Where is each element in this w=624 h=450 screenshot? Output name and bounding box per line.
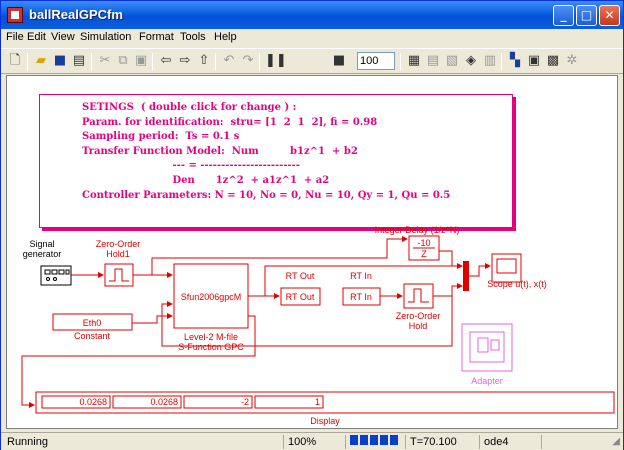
maximize-button[interactable]: □ (576, 5, 597, 26)
stop-time-input[interactable]: 100 (357, 52, 395, 70)
print-icon[interactable]: ▤ (71, 53, 87, 69)
svg-text:Z: Z (421, 249, 427, 259)
stop-icon[interactable]: ■ (331, 53, 347, 69)
toolbar: 🗋 ▰ ■ ▤ ✂ ⧉ ▣ ⇦ ⇨ ⇧ ↶ ↷ ❚❚ ■ 100 ▦ ▤ ▧ ◈… (1, 48, 623, 74)
title-bar[interactable]: ballRealGPCfm _ □ ✕ (1, 1, 623, 29)
toolbar-separator (400, 53, 401, 71)
svg-text:Sfun2006gpcM: Sfun2006gpcM (181, 292, 242, 302)
svg-text:Eth0: Eth0 (83, 318, 102, 328)
svg-text:Integer Delay (1/z^N): Integer Delay (1/z^N) (375, 225, 460, 235)
back-arrow-icon[interactable]: ⇦ (158, 53, 174, 69)
svg-text:0.0268: 0.0268 (150, 397, 178, 407)
new-model-icon[interactable]: 🗋 (7, 53, 23, 69)
minimize-button[interactable]: _ (553, 5, 574, 26)
signal-generator-block[interactable]: Signal generator (23, 239, 72, 286)
svg-text:Hold: Hold (409, 321, 428, 331)
svg-text:RT In: RT In (350, 292, 372, 302)
up-arrow-icon[interactable]: ⇧ (196, 53, 212, 69)
zero-order-hold-block[interactable]: Zero-Order Hold (396, 283, 441, 331)
build-icon[interactable]: ▦ (406, 53, 422, 69)
svg-text:RT Out: RT Out (286, 271, 315, 281)
svg-text:Zero-Order: Zero-Order (96, 239, 141, 249)
toolbar-separator (91, 53, 92, 71)
status-empty (541, 435, 611, 449)
menu-format[interactable]: Format (139, 31, 174, 43)
status-state: Running (7, 436, 48, 448)
toolbar-separator (501, 53, 502, 71)
cut-icon[interactable]: ✂ (97, 53, 113, 69)
svg-text:0.0268: 0.0268 (79, 397, 107, 407)
rt-out-block[interactable]: RT Out RT Out (280, 271, 321, 306)
zero-order-hold1-block[interactable]: Zero-Order Hold1 (96, 239, 141, 287)
mux-block[interactable] (463, 261, 469, 291)
svg-text:Adapter: Adapter (471, 376, 503, 386)
svg-text:-2: -2 (241, 397, 249, 407)
svg-text:Scope u(t), x(t): Scope u(t), x(t) (487, 279, 547, 289)
model-explorer-icon[interactable]: ▣ (526, 53, 542, 69)
status-time: T=70.100 (405, 435, 477, 449)
toolbar-separator (152, 53, 153, 71)
constant-block[interactable]: Eth0 Constant (52, 313, 133, 341)
toolbar-separator (27, 53, 28, 71)
close-button[interactable]: ✕ (599, 5, 620, 26)
forward-arrow-icon[interactable]: ⇨ (177, 53, 193, 69)
options-icon[interactable]: ✲ (564, 53, 580, 69)
svg-text:S-Function GPC: S-Function GPC (178, 342, 244, 352)
svg-text:1: 1 (315, 397, 320, 407)
undo-icon[interactable]: ↶ (221, 53, 237, 69)
svg-text:-10: -10 (417, 238, 430, 248)
status-bar: Running 100% T=70.100 ode4 ◢ (1, 432, 623, 450)
redo-icon[interactable]: ↷ (240, 53, 256, 69)
menu-view[interactable]: View (51, 31, 75, 43)
save-icon[interactable]: ■ (52, 53, 68, 69)
toolbar-separator (215, 53, 216, 71)
debug-icon[interactable]: ▥ (482, 53, 498, 69)
status-solver: ode4 (479, 435, 539, 449)
paste-icon[interactable]: ▣ (133, 53, 149, 69)
debugger-icon[interactable]: ▩ (545, 53, 561, 69)
signal-generator-label: Signal (29, 239, 54, 249)
menu-simulation[interactable]: Simulation (80, 31, 131, 43)
window-title: ballRealGPCfm (29, 7, 123, 22)
svg-text:RT In: RT In (350, 271, 372, 281)
svg-text:Constant: Constant (74, 331, 111, 341)
svg-text:RT Out: RT Out (286, 292, 315, 302)
signal-generator-label: generator (23, 249, 62, 259)
build-subsystem-icon[interactable]: ▧ (444, 53, 460, 69)
svg-text:Level-2 M-file: Level-2 M-file (184, 332, 238, 342)
model-browser-icon[interactable]: ◈ (463, 53, 479, 69)
progress-bar (345, 435, 405, 449)
block-diagram: Signal generator Zero-Order Hold1 Sfun20… (21, 225, 615, 426)
simulink-window: ballRealGPCfm _ □ ✕ File Edit View Simul… (0, 0, 624, 450)
svg-text:Display: Display (310, 416, 340, 426)
model-canvas[interactable]: SETINGS ( double click for change ) : Pa… (6, 75, 618, 429)
status-zoom: 100% (283, 435, 343, 449)
library-browser-icon[interactable]: ▚ (507, 53, 523, 69)
pause-icon[interactable]: ❚❚ (265, 53, 287, 69)
menu-bar: File Edit View Simulation Format Tools H… (1, 29, 623, 47)
menu-file[interactable]: File (6, 31, 24, 43)
display-block[interactable]: 0.0268 0.0268 -2 1 Display (35, 391, 615, 426)
update-diagram-icon[interactable]: ▤ (425, 53, 441, 69)
copy-icon[interactable]: ⧉ (115, 53, 131, 69)
resize-grip-icon[interactable]: ◢ (612, 436, 620, 447)
adapter-block[interactable]: Adapter (461, 323, 513, 386)
toolbar-separator (259, 53, 260, 71)
menu-tools[interactable]: Tools (180, 31, 206, 43)
open-folder-icon[interactable]: ▰ (33, 53, 49, 69)
menu-edit[interactable]: Edit (27, 31, 46, 43)
menu-help[interactable]: Help (214, 31, 237, 43)
scope-block[interactable]: Scope u(t), x(t) (487, 253, 547, 289)
rt-in-block[interactable]: RT In RT In (342, 271, 381, 306)
simulink-app-icon[interactable] (7, 7, 23, 23)
svg-text:Hold1: Hold1 (106, 249, 130, 259)
sfunction-gpc-block[interactable]: Sfun2006gpcM Level-2 M-file S-Function G… (173, 263, 249, 352)
svg-text:Zero-Order: Zero-Order (396, 311, 441, 321)
